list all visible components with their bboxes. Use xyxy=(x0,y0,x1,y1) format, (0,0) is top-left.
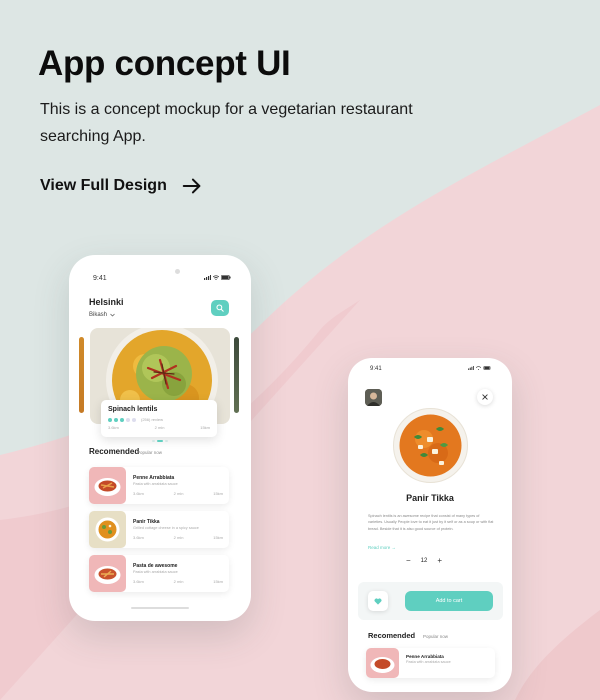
carousel-dot[interactable] xyxy=(165,440,168,442)
dish-meta: 3.6km 2 min 15km xyxy=(133,491,223,496)
dish-thumbnail xyxy=(89,555,126,592)
camera-dot xyxy=(175,269,180,274)
wifi-icon xyxy=(213,275,219,280)
status-icons xyxy=(468,366,492,370)
page-title: App concept UI xyxy=(38,44,291,83)
status-bar: 9:41 xyxy=(69,255,251,285)
range-meta: 15km xyxy=(213,491,223,496)
dish-thumbnail xyxy=(89,511,126,548)
signal-icon xyxy=(468,366,474,370)
battery-icon xyxy=(221,275,231,280)
star-empty-icon xyxy=(132,417,136,422)
carousel-dot-active[interactable] xyxy=(157,440,163,442)
status-time: 9:41 xyxy=(93,275,107,282)
phone-mockup-detail: 9:41 Panir Tikka Spinach lentils is an a… xyxy=(348,358,512,692)
star-filled-icon xyxy=(114,417,118,422)
featured-dish-name: Spinach lentils xyxy=(108,406,158,413)
time-meta: 2 min xyxy=(173,535,184,540)
read-more-link[interactable]: Read more → xyxy=(368,545,396,550)
status-bar: 9:41 xyxy=(348,358,512,388)
chevron-down-icon xyxy=(110,313,115,317)
page-description: This is a concept mockup for a vegetaria… xyxy=(40,101,413,145)
review-count: (256) review xyxy=(141,417,164,422)
rating-stars: (256) review xyxy=(108,417,210,422)
qty-value: 12 xyxy=(420,557,428,564)
dish-name: Panir Tikka xyxy=(133,519,160,525)
arrow-right-icon xyxy=(182,178,201,194)
wifi-icon xyxy=(476,366,481,370)
dish-name: Penne Arrabbiata xyxy=(133,475,175,481)
time-meta: 2 min xyxy=(154,425,165,430)
time-meta: 2 min xyxy=(173,579,184,584)
view-full-design-label: View Full Design xyxy=(40,177,167,194)
list-item[interactable]: Penne Arrabbiata Pasta with arrabiata sa… xyxy=(89,467,229,504)
recommended-title: Recomended xyxy=(89,447,140,456)
status-icons xyxy=(204,275,231,280)
dish-name: Pasta de awesome xyxy=(133,563,178,569)
qty-minus-button[interactable]: − xyxy=(406,556,411,565)
district-selector[interactable]: Bikash xyxy=(89,312,115,318)
distance-meta: 3.6km xyxy=(133,491,144,496)
dish-subtitle: Pasta with arrabiata sauce xyxy=(133,482,178,486)
quantity-stepper: − 12 + xyxy=(406,556,442,565)
star-filled-icon xyxy=(120,417,124,422)
popular-now-link[interactable]: Popular now xyxy=(423,634,448,639)
list-item[interactable]: Penne Arrabbiata Pasta with arrabiata sa… xyxy=(366,648,495,678)
distance-meta: 3.6km xyxy=(133,535,144,540)
search-button[interactable] xyxy=(211,300,229,316)
recommended-title: Recomended xyxy=(368,631,416,640)
heart-icon xyxy=(374,597,382,605)
close-icon xyxy=(482,394,488,400)
dish-subtitle: Pasta with arrabiata sauce xyxy=(406,660,451,664)
status-time: 9:41 xyxy=(370,366,382,372)
distance-meta: 3.6km xyxy=(108,425,119,430)
city-name: Helsinki xyxy=(89,297,124,307)
battery-icon xyxy=(483,366,491,370)
dish-thumbnail xyxy=(366,648,399,678)
star-filled-icon xyxy=(108,417,112,422)
carousel-prev-card[interactable] xyxy=(79,337,84,413)
dish-thumbnail xyxy=(89,467,126,504)
phone-mockup-home: 9:41 Helsinki Bikash Spinach lentils (25… xyxy=(69,255,251,621)
favorite-button[interactable] xyxy=(368,591,388,611)
avatar[interactable] xyxy=(365,389,382,406)
panir-tikka-image xyxy=(393,408,468,483)
carousel-next-card[interactable] xyxy=(234,337,239,413)
list-item[interactable]: Panir Tikka Grilled cottage cheese in a … xyxy=(89,511,229,548)
close-button[interactable] xyxy=(477,389,493,405)
featured-meta-row: 3.6km 2 min 15km xyxy=(108,425,210,430)
view-full-design-link[interactable]: View Full Design xyxy=(40,175,203,197)
range-meta: 15km xyxy=(213,535,223,540)
add-to-cart-button[interactable]: Add to cart xyxy=(405,591,493,611)
dish-name: Penne Arrabbiata xyxy=(406,654,444,659)
time-meta: 2 min xyxy=(173,491,184,496)
search-icon xyxy=(216,304,224,312)
home-indicator xyxy=(131,607,189,609)
dish-meta: 3.6km 2 min 15km xyxy=(133,535,223,540)
dish-subtitle: Grilled cottage cheese in a spicy sauce xyxy=(133,526,199,530)
dish-meta: 3.6km 2 min 15km xyxy=(133,579,223,584)
signal-icon xyxy=(204,275,211,280)
carousel-dots xyxy=(152,440,168,442)
list-item[interactable]: Pasta de awesome Pasta with arrabiata sa… xyxy=(89,555,229,592)
dish-title: Panir Tikka xyxy=(406,493,454,503)
featured-dish-card[interactable]: Spinach lentils (256) review 3.6km 2 min… xyxy=(101,400,217,437)
qty-plus-button[interactable]: + xyxy=(437,556,442,565)
dish-subtitle: Pasta with arrabiata sauce xyxy=(133,570,178,574)
carousel-dot[interactable] xyxy=(152,440,155,442)
popular-now-link[interactable]: Popular now xyxy=(137,450,162,455)
district-label: Bikash xyxy=(89,312,108,318)
dish-description: Spinach lentils is an awesome recipe tha… xyxy=(368,514,494,531)
range-meta: 15km xyxy=(213,579,223,584)
distance-meta: 3.6km xyxy=(133,579,144,584)
range-meta: 15km xyxy=(200,425,210,430)
star-empty-icon xyxy=(126,417,130,422)
